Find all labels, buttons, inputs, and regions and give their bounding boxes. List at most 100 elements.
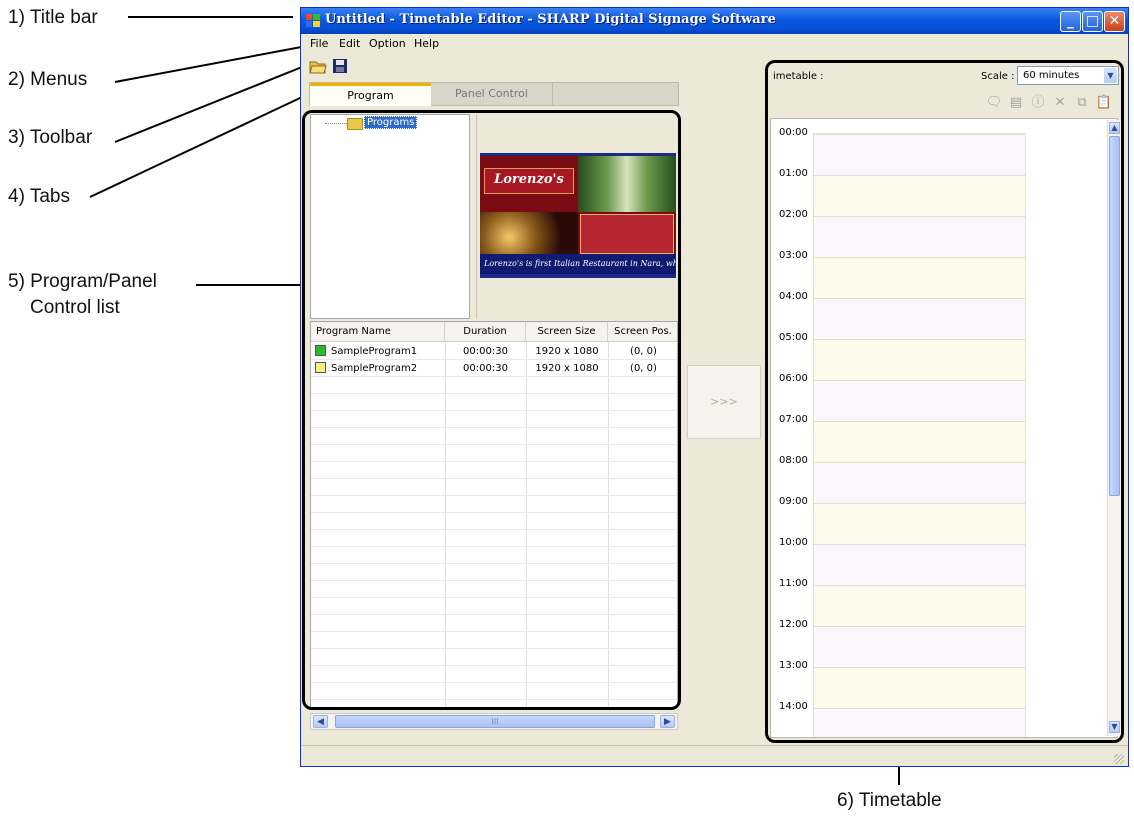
column-screen-pos[interactable]: Screen Pos. (608, 322, 677, 342)
hour-label: 09:00 (779, 496, 808, 507)
timetable-hour-slot[interactable] (814, 503, 1025, 544)
empty-table-row (311, 649, 677, 666)
paste-icon[interactable]: 📋 (1095, 94, 1113, 112)
column-screen-size[interactable]: Screen Size (526, 322, 608, 342)
preview-trees-photo (578, 156, 676, 212)
title-bar[interactable]: Untitled - Timetable Editor - SHARP Digi… (301, 8, 1128, 34)
scroll-thumb[interactable] (1109, 136, 1120, 496)
menu-option[interactable]: Option (369, 37, 406, 50)
empty-table-row (311, 632, 677, 649)
resize-grip-icon[interactable] (1114, 754, 1124, 764)
preview-heading: Lorenzo's (484, 168, 574, 194)
menu-file[interactable]: File (310, 37, 328, 50)
timetable-hour-slot[interactable] (814, 339, 1025, 380)
tree-node-programs[interactable]: Programs (364, 116, 418, 129)
hour-label: 12:00 (779, 619, 808, 630)
timetable-grid-area[interactable] (813, 133, 1026, 737)
empty-table-row (311, 513, 677, 530)
program-screen-pos: (0, 0) (630, 363, 657, 374)
delete-icon[interactable]: ✕ (1051, 94, 1069, 112)
hour-label: 01:00 (779, 168, 808, 179)
info-icon[interactable]: ⓘ (1029, 94, 1047, 112)
preview-wine-photo (480, 212, 578, 254)
annotation-tabs: 4) Tabs (8, 186, 70, 207)
timetable-hour-slot[interactable] (814, 626, 1025, 667)
scroll-thumb[interactable]: III (335, 715, 655, 728)
timetable-hour-slot[interactable] (814, 298, 1025, 339)
empty-table-row (311, 377, 677, 394)
scroll-down-icon[interactable]: ▼ (1109, 721, 1120, 733)
column-program-name[interactable]: Program Name (311, 322, 445, 342)
save-icon[interactable] (331, 57, 349, 75)
status-bar (301, 745, 1128, 766)
empty-table-row (311, 394, 677, 411)
hour-label: 00:00 (779, 127, 808, 138)
hour-label: 05:00 (779, 332, 808, 343)
program-screen-pos: (0, 0) (630, 346, 657, 357)
program-preview-image: Lorenzo's Lorenzo's is first Italian Res… (480, 153, 676, 278)
timetable-hour-slot[interactable] (814, 216, 1025, 257)
app-icon (306, 14, 320, 27)
close-button[interactable]: ✕ (1104, 11, 1125, 32)
window-title: Untitled - Timetable Editor - SHARP Digi… (325, 12, 776, 27)
program-duration: 00:00:30 (463, 346, 508, 357)
annotation-toolbar: 3) Toolbar (8, 127, 93, 148)
timetable-label: imetable : (773, 71, 824, 82)
add-to-timetable-button[interactable]: >>> (687, 365, 761, 439)
timetable-hour-slot[interactable] (814, 667, 1025, 708)
app-window: Untitled - Timetable Editor - SHARP Digi… (300, 7, 1129, 767)
table-row[interactable]: SampleProgram1 00:00:30 1920 x 1080 (0, … (311, 343, 677, 360)
column-duration[interactable]: Duration (445, 322, 526, 342)
scale-value: 60 minutes (1023, 70, 1080, 81)
hour-label: 06:00 (779, 373, 808, 384)
hour-label: 03:00 (779, 250, 808, 261)
timetable-hour-slot[interactable] (814, 175, 1025, 216)
comment-icon[interactable]: 🗨 (985, 94, 1003, 112)
empty-table-row (311, 462, 677, 479)
scale-select[interactable]: 60 minutes ▼ (1017, 66, 1119, 85)
hour-label: 10:00 (779, 537, 808, 548)
timetable-hour-slot[interactable] (814, 585, 1025, 626)
program-list: Program Name Duration Screen Size Screen… (310, 321, 678, 708)
timetable-hour-slot[interactable] (814, 544, 1025, 585)
tab-program[interactable]: Program (310, 83, 431, 106)
maximize-button[interactable]: □ (1082, 11, 1103, 32)
hour-label: 11:00 (779, 578, 808, 589)
timetable-hour-slot[interactable] (814, 257, 1025, 298)
menu-edit[interactable]: Edit (339, 37, 360, 50)
program-name: SampleProgram2 (331, 363, 418, 374)
timetable-hour-slot[interactable] (814, 462, 1025, 503)
timetable-hour-slot[interactable] (814, 708, 1025, 737)
folder-icon (347, 118, 363, 130)
menu-help[interactable]: Help (414, 37, 439, 50)
program-name: SampleProgram1 (331, 346, 418, 357)
panel-icon[interactable]: ▤ (1007, 94, 1025, 112)
table-row[interactable]: SampleProgram2 00:00:30 1920 x 1080 (0, … (311, 360, 677, 377)
hour-label: 13:00 (779, 660, 808, 671)
toolbar (301, 56, 761, 76)
scroll-right-icon[interactable]: ▶ (660, 715, 675, 728)
timetable-grid[interactable]: 00:00 01:00 02:00 03:00 04:00 05:00 06:00 07:00… (770, 118, 1118, 738)
copy-icon[interactable]: ⧉ (1073, 94, 1091, 112)
empty-table-row (311, 445, 677, 462)
minimize-button[interactable]: _ (1060, 11, 1081, 32)
timetable-hour-slot[interactable] (814, 380, 1025, 421)
vertical-scrollbar[interactable]: ▲ ▼ (1107, 120, 1121, 736)
tab-panel-control[interactable]: Panel Control (431, 83, 553, 106)
hour-label: 07:00 (779, 414, 808, 425)
open-folder-icon[interactable] (309, 57, 327, 75)
annotation-menus: 2) Menus (8, 69, 88, 90)
scroll-up-icon[interactable]: ▲ (1109, 122, 1120, 134)
horizontal-scrollbar[interactable]: ◀ III ▶ (310, 713, 678, 730)
hour-label: 02:00 (779, 209, 808, 220)
annotation-timetable: 6) Timetable (837, 790, 942, 811)
hour-label: 04:00 (779, 291, 808, 302)
program-color-swatch (315, 345, 326, 356)
program-color-swatch (315, 362, 326, 373)
empty-table-row (311, 581, 677, 598)
chevron-down-icon[interactable]: ▼ (1104, 68, 1117, 83)
timetable-hour-slot[interactable] (814, 134, 1025, 175)
scroll-left-icon[interactable]: ◀ (313, 715, 328, 728)
timetable-hour-slot[interactable] (814, 421, 1025, 462)
program-list-header: Program Name Duration Screen Size Screen… (311, 322, 677, 342)
